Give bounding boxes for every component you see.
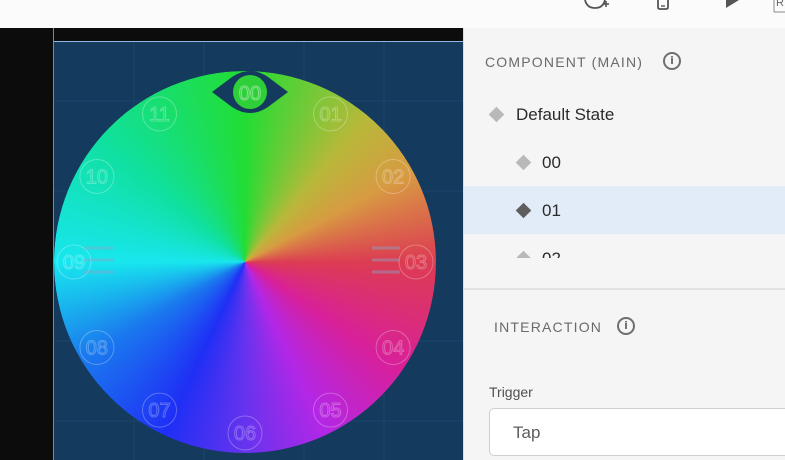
top-toolbar: R — [0, 0, 785, 29]
interaction-section-title: INTERACTION — [494, 319, 603, 335]
artboard[interactable]: 01 02 03 04 05 06 07 08 09 10 11 00 — [54, 41, 463, 460]
selection-guide-top — [54, 41, 463, 42]
state-diamond-icon — [515, 250, 532, 258]
add-user-icon[interactable] — [580, 0, 610, 12]
segment-label: 09 — [63, 252, 85, 274]
segment-label: 02 — [382, 167, 404, 189]
segment-label: 07 — [148, 400, 170, 422]
component-section-title: COMPONENT (MAIN) — [485, 54, 644, 70]
trigger-select[interactable]: Tap — [489, 408, 785, 456]
property-panel: COMPONENT (MAIN) i Default State 00 01 0… — [463, 28, 785, 460]
state-row-01[interactable]: 01 — [464, 186, 785, 234]
state-label: 02 — [542, 249, 561, 258]
state-label: 00 — [542, 153, 561, 172]
state-diamond-icon — [515, 154, 532, 171]
info-icon[interactable]: i — [617, 317, 635, 335]
design-canvas[interactable]: 01 02 03 04 05 06 07 08 09 10 11 00 — [0, 28, 463, 460]
state-row-02[interactable]: 02 — [464, 234, 785, 258]
segment-label: 04 — [382, 338, 404, 360]
state-row-00[interactable]: 00 — [464, 138, 785, 186]
segment-label: 05 — [319, 400, 341, 422]
trigger-label: Trigger — [489, 384, 533, 400]
segment-label: 10 — [86, 167, 108, 189]
segment-label: 01 — [319, 104, 341, 126]
info-icon[interactable]: i — [663, 52, 681, 70]
segment-label: 03 — [405, 252, 427, 274]
trigger-value: Tap — [513, 423, 541, 442]
state-row-default[interactable]: Default State — [464, 90, 785, 138]
toolbar-edge-text: R — [776, 0, 784, 9]
selection-guide-left — [53, 28, 54, 460]
state-label: 01 — [542, 201, 561, 220]
section-divider — [464, 288, 785, 290]
state-diamond-icon — [515, 202, 532, 219]
segment-label: 06 — [234, 423, 256, 445]
play-icon[interactable] — [723, 0, 743, 10]
segment-label: 11 — [149, 104, 170, 126]
mobile-preview-icon[interactable] — [655, 0, 671, 12]
color-wheel-component[interactable]: 01 02 03 04 05 06 07 08 09 10 11 00 — [54, 41, 463, 460]
segment-label: 08 — [86, 338, 108, 360]
state-diamond-icon — [488, 106, 505, 123]
active-segment-label: 00 — [239, 83, 261, 105]
state-label: Default State — [516, 105, 615, 124]
